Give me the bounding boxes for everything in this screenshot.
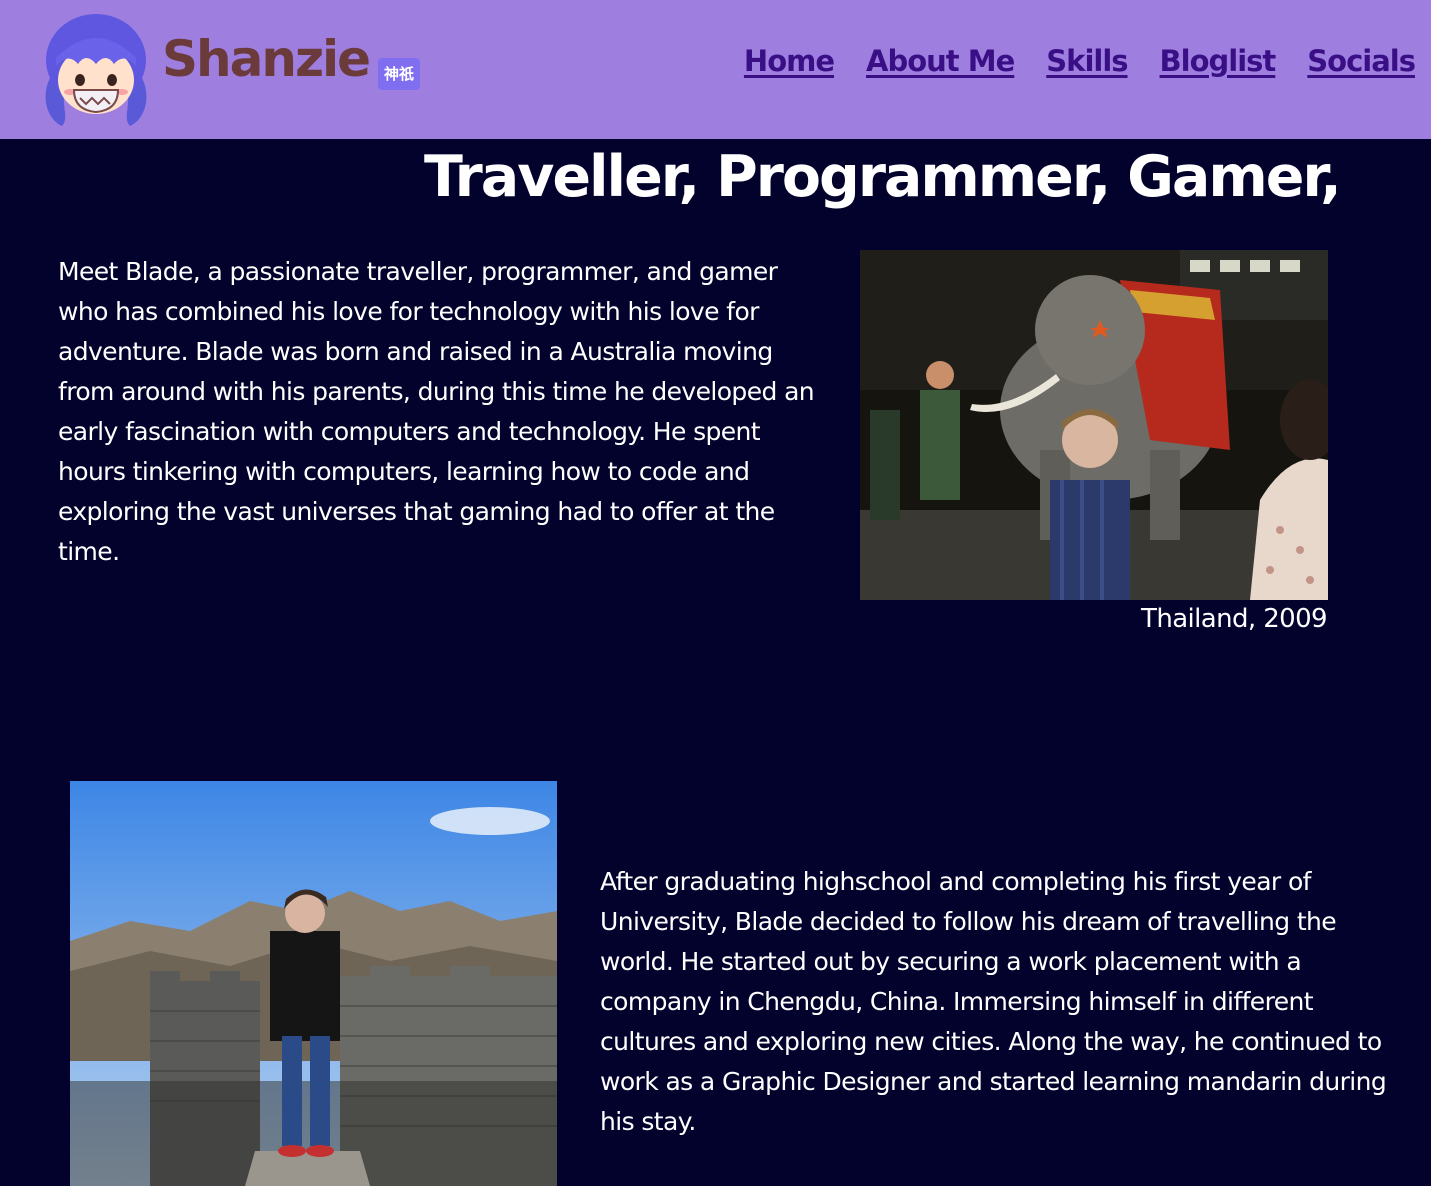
logo-avatar[interactable]: [40, 8, 152, 132]
travel-paragraph: After graduating highschool and completi…: [600, 867, 1387, 1136]
nav-bloglist[interactable]: Bloglist: [1160, 44, 1277, 78]
photo-caption: Thailand, 2009: [1141, 604, 1328, 634]
nav-home[interactable]: Home: [744, 44, 835, 78]
nav-socials[interactable]: Socials: [1307, 44, 1416, 78]
page-headline: Traveller, Programmer, Gamer,: [424, 144, 1342, 210]
site-header: Shanzie 神祇 Home About Me Skills Bloglist…: [0, 0, 1431, 139]
brand-name[interactable]: Shanzie: [162, 34, 371, 84]
nav-about-me[interactable]: About Me: [866, 44, 1015, 78]
thailand-photo: [860, 250, 1328, 600]
intro-paragraph: Meet Blade, a passionate traveller, prog…: [58, 257, 815, 566]
great-wall-photo: [70, 781, 557, 1186]
main-nav: Home About Me Skills Bloglist Socials: [744, 44, 1416, 78]
nav-skills[interactable]: Skills: [1046, 44, 1128, 78]
brand-badge: 神祇: [378, 58, 420, 90]
